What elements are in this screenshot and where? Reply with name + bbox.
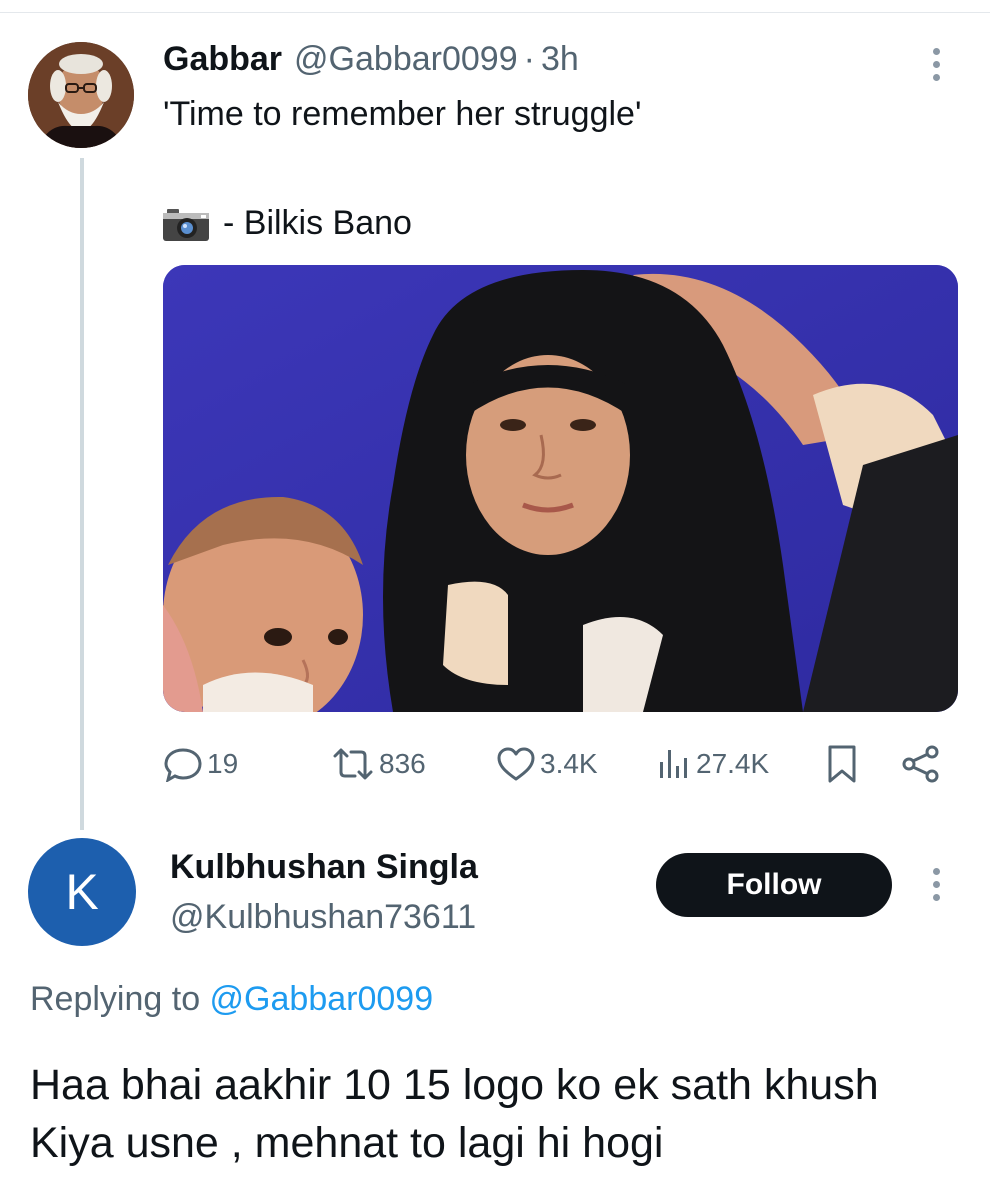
replying-prefix: Replying to xyxy=(30,980,210,1018)
reply-icon xyxy=(164,748,202,782)
like-count: 3.4K xyxy=(540,748,598,779)
reply-author-avatar[interactable]: K xyxy=(28,838,136,946)
thread-connector-line xyxy=(80,158,84,830)
follow-button[interactable]: Follow xyxy=(656,853,892,917)
photo-image xyxy=(163,265,958,712)
tweet-caption: - Bilkis Bano xyxy=(163,204,412,243)
like-action[interactable]: 3.4K xyxy=(496,742,598,786)
replying-to-mention[interactable]: @Gabbar0099 xyxy=(210,980,434,1018)
camera-icon xyxy=(163,207,209,241)
views-action[interactable]: 27.4K xyxy=(658,742,769,786)
bookmark-icon xyxy=(828,745,856,783)
tweet-photo[interactable] xyxy=(163,265,958,712)
views-chart-icon xyxy=(660,750,687,778)
retweet-icon xyxy=(333,748,373,780)
tweet-action-bar: 19 836 3.4K 27.4K xyxy=(163,742,943,786)
reply-action[interactable]: 19 xyxy=(163,742,238,786)
reply-more-options-icon[interactable] xyxy=(931,868,941,901)
view-count: 27.4K xyxy=(696,748,770,779)
retweet-action[interactable]: 836 xyxy=(331,742,426,786)
tweet-text: 'Time to remember her struggle' xyxy=(163,95,642,133)
avatar-letter: K xyxy=(65,864,99,920)
replying-to: Replying to @Gabbar0099 xyxy=(30,980,433,1019)
top-divider xyxy=(0,12,990,13)
reply-count: 19 xyxy=(207,748,239,779)
author-name[interactable]: Gabbar xyxy=(163,40,282,79)
author-handle[interactable]: @Gabbar0099 xyxy=(294,40,518,79)
author-avatar[interactable] xyxy=(28,42,134,148)
heart-icon xyxy=(497,747,535,781)
tweet-header: Gabbar @Gabbar0099 · 3h xyxy=(163,40,579,80)
retweet-count: 836 xyxy=(379,748,426,779)
separator-dot: · xyxy=(523,40,535,78)
reply-text: Haa bhai aakhir 10 15 logo ko ek sath kh… xyxy=(30,1061,879,1167)
reply-author-name[interactable]: Kulbhushan Singla xyxy=(170,848,478,887)
bookmark-action[interactable] xyxy=(826,742,858,786)
share-icon xyxy=(902,745,939,783)
avatar-portrait-image xyxy=(28,42,134,148)
tweet-timestamp[interactable]: 3h xyxy=(541,40,579,79)
caption-text: - Bilkis Bano xyxy=(223,204,412,242)
reply-author-handle[interactable]: @Kulbhushan73611 xyxy=(170,898,476,937)
more-options-icon[interactable] xyxy=(931,48,941,81)
share-action[interactable] xyxy=(901,742,941,786)
